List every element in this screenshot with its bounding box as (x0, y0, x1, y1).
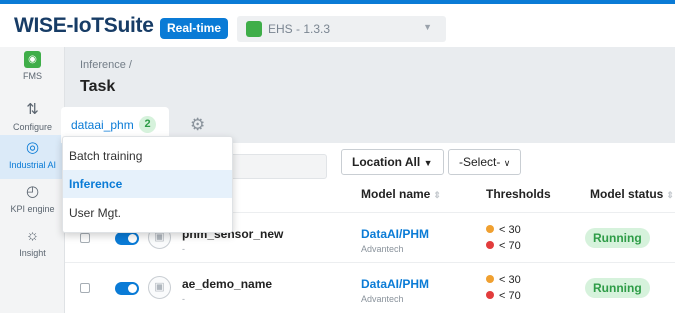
sidebar-item-label: Configure (12, 122, 53, 132)
enable-toggle[interactable] (115, 232, 139, 245)
industrial-ai-icon: ◎ (25, 139, 40, 156)
column-header-model-name[interactable]: Model name ⇕ (361, 187, 441, 201)
column-label: Model status (590, 187, 664, 201)
threshold-high-value: < 70 (499, 290, 521, 302)
app-version-label: EHS - 1.3.3 (268, 22, 331, 36)
threshold-low: < 30 (486, 224, 521, 236)
sort-icon: ⇕ (433, 190, 441, 200)
column-label: Model name (361, 187, 431, 201)
top-bar: WISE-IoTSuite Real-time EHS - 1.3.3 ▼ (0, 0, 675, 47)
search-input[interactable] (227, 154, 327, 179)
danger-dot-icon (486, 241, 494, 249)
page-title: Task (80, 78, 116, 95)
row-checkbox[interactable] (80, 283, 90, 293)
sidebar-item-insight[interactable]: ☼ Insight (0, 227, 65, 277)
gauge-icon: ◴ (25, 183, 40, 200)
chevron-down-icon: ∨ (503, 158, 511, 168)
threshold-high: < 70 (486, 290, 521, 302)
threshold-high-value: < 70 (499, 240, 521, 252)
column-header-model-status[interactable]: Model status ⇕ (590, 187, 674, 201)
task-subtitle: - (182, 294, 185, 304)
sidebar-item-label: KPI engine (10, 204, 55, 214)
sidebar-item-label: Insight (19, 248, 46, 258)
threshold-low-value: < 30 (499, 274, 521, 286)
image-placeholder-icon: ▣ (148, 276, 171, 299)
status-badge: Running (585, 228, 650, 248)
menu-item-user-mgt[interactable]: User Mgt. (63, 199, 232, 227)
industrial-ai-menu: Batch training Inference User Mgt. (62, 136, 233, 233)
row-checkbox[interactable] (80, 233, 90, 243)
bulb-icon: ☼ (25, 227, 40, 244)
menu-item-batch-training[interactable]: Batch training (63, 142, 232, 170)
select-filter-label: -Select- (459, 155, 501, 169)
location-filter[interactable]: Location All ▼ (341, 149, 444, 175)
threshold-low: < 30 (486, 274, 521, 286)
danger-dot-icon (486, 291, 494, 299)
breadcrumb[interactable]: Inference / (80, 59, 132, 71)
sidebar-item-label: FMS (23, 71, 42, 81)
warning-dot-icon (486, 225, 494, 233)
gear-icon[interactable]: ⚙ (190, 115, 205, 135)
sort-icon: ⇕ (666, 190, 674, 200)
enable-toggle[interactable] (115, 282, 139, 295)
sidebar-item-kpi-engine[interactable]: ◴ KPI engine (0, 183, 65, 233)
task-subtitle: - (182, 244, 185, 254)
model-name-link[interactable]: DataAI/PHM (361, 227, 429, 241)
configure-icon: ⇅ (26, 101, 39, 118)
threshold-low-value: < 30 (499, 224, 521, 236)
app-logo[interactable]: WISE-IoTSuite (14, 14, 154, 38)
sidebar-item-label: Industrial AI (8, 160, 57, 170)
model-name-link[interactable]: DataAI/PHM (361, 277, 429, 291)
sidebar-item-fms[interactable]: ◉ FMS (0, 51, 65, 101)
threshold-high: < 70 (486, 240, 521, 252)
sidebar: ◉ FMS ⇅ Configure ◎ Industrial AI ◴ KPI … (0, 47, 65, 313)
model-vendor: Advantech (361, 294, 404, 304)
location-filter-label: Location All (352, 155, 421, 169)
status-badge: Running (585, 278, 650, 298)
tab-count-badge: 2 (139, 116, 156, 133)
realtime-badge: Real-time (160, 18, 229, 39)
tab-label: dataai_phm (71, 118, 134, 132)
fms-icon: ◉ (24, 51, 41, 68)
warning-dot-icon (486, 275, 494, 283)
app-version-select[interactable]: EHS - 1.3.3 ▼ (237, 16, 446, 42)
caret-down-icon: ▼ (423, 158, 433, 168)
column-header-thresholds: Thresholds (486, 187, 551, 201)
select-filter[interactable]: -Select- ∨ (448, 149, 522, 175)
task-name[interactable]: ae_demo_name (182, 277, 272, 291)
sidebar-item-industrial-ai[interactable]: ◎ Industrial AI (0, 135, 65, 179)
chevron-down-icon: ▼ (423, 22, 432, 32)
menu-item-inference[interactable]: Inference (63, 170, 232, 198)
ehs-app-icon (246, 21, 262, 37)
model-vendor: Advantech (361, 244, 404, 254)
table-row[interactable]: ▣ ae_demo_name - DataAI/PHM Advantech < … (65, 263, 675, 312)
